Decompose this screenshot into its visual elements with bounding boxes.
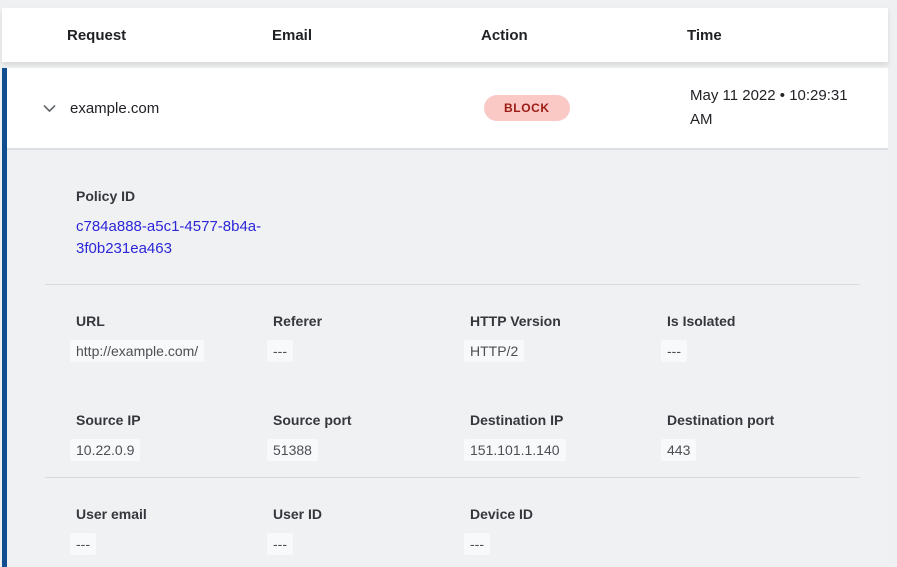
row-expand-cell[interactable] — [7, 100, 70, 117]
section-divider — [45, 284, 860, 285]
field-value: --- — [267, 533, 293, 555]
field-source-port: Source port 51388 — [273, 412, 470, 461]
field-value: 10.22.0.9 — [70, 439, 140, 461]
request-domain: example.com — [70, 100, 275, 117]
field-user-id: User ID --- — [273, 506, 470, 555]
column-header-email: Email — [272, 27, 481, 44]
field-value: http://example.com/ — [70, 340, 204, 362]
block-status-badge: BLOCK — [484, 95, 570, 121]
section-divider — [45, 477, 860, 478]
field-label: User ID — [273, 506, 470, 522]
chevron-down-icon[interactable] — [41, 100, 58, 117]
field-label: Source port — [273, 412, 470, 428]
field-value: HTTP/2 — [464, 340, 524, 362]
field-value: 443 — [661, 439, 696, 461]
field-value: --- — [661, 340, 687, 362]
request-log-table: Request Email Action Time example.com BL… — [2, 8, 888, 567]
field-label: HTTP Version — [470, 313, 667, 329]
field-value: 151.101.1.140 — [464, 439, 566, 461]
field-value: --- — [70, 533, 96, 555]
field-destination-port: Destination port 443 — [667, 412, 864, 461]
column-header-time: Time — [687, 27, 888, 44]
field-label: Referer — [273, 313, 470, 329]
field-label: Source IP — [76, 412, 273, 428]
request-details-panel: Policy ID c784a888-a5c1-4577-8b4a-3f0b23… — [7, 150, 888, 567]
field-label: Is Isolated — [667, 313, 864, 329]
field-device-id: Device ID --- — [470, 506, 667, 555]
field-referer: Referer --- — [273, 313, 470, 362]
field-label: Destination port — [667, 412, 864, 428]
field-url: URL http://example.com/ — [76, 313, 273, 362]
field-label: User email — [76, 506, 273, 522]
request-time: May 11 2022 • 10:29:31 AM — [690, 84, 876, 132]
policy-id-link[interactable]: c784a888-a5c1-4577-8b4a-3f0b231ea463 — [76, 216, 281, 260]
field-value: --- — [464, 533, 490, 555]
field-label: Device ID — [470, 506, 667, 522]
field-user-email: User email --- — [76, 506, 273, 555]
column-header-request: Request — [67, 27, 272, 44]
field-label: Policy ID — [76, 188, 888, 204]
table-header: Request Email Action Time — [2, 8, 888, 62]
gateway-logs-page: Request Email Action Time example.com BL… — [0, 0, 897, 567]
field-source-ip: Source IP 10.22.0.9 — [76, 412, 273, 461]
field-destination-ip: Destination IP 151.101.1.140 — [470, 412, 667, 461]
table-row[interactable]: example.com BLOCK May 11 2022 • 10:29:31… — [7, 68, 888, 148]
field-label: URL — [76, 313, 273, 329]
field-label: Destination IP — [470, 412, 667, 428]
action-cell: BLOCK — [484, 95, 690, 121]
details-grid-request-network: URL http://example.com/ Referer --- HTTP… — [76, 313, 888, 461]
column-header-action: Action — [481, 27, 687, 44]
field-value: 51388 — [267, 439, 318, 461]
expanded-row-container: example.com BLOCK May 11 2022 • 10:29:31… — [2, 68, 888, 567]
field-http-version: HTTP Version HTTP/2 — [470, 313, 667, 362]
field-is-isolated: Is Isolated --- — [667, 313, 864, 362]
details-grid-user: User email --- User ID --- Device ID --- — [76, 506, 888, 555]
field-policy-id: Policy ID c784a888-a5c1-4577-8b4a-3f0b23… — [76, 188, 888, 260]
field-value: --- — [267, 340, 293, 362]
